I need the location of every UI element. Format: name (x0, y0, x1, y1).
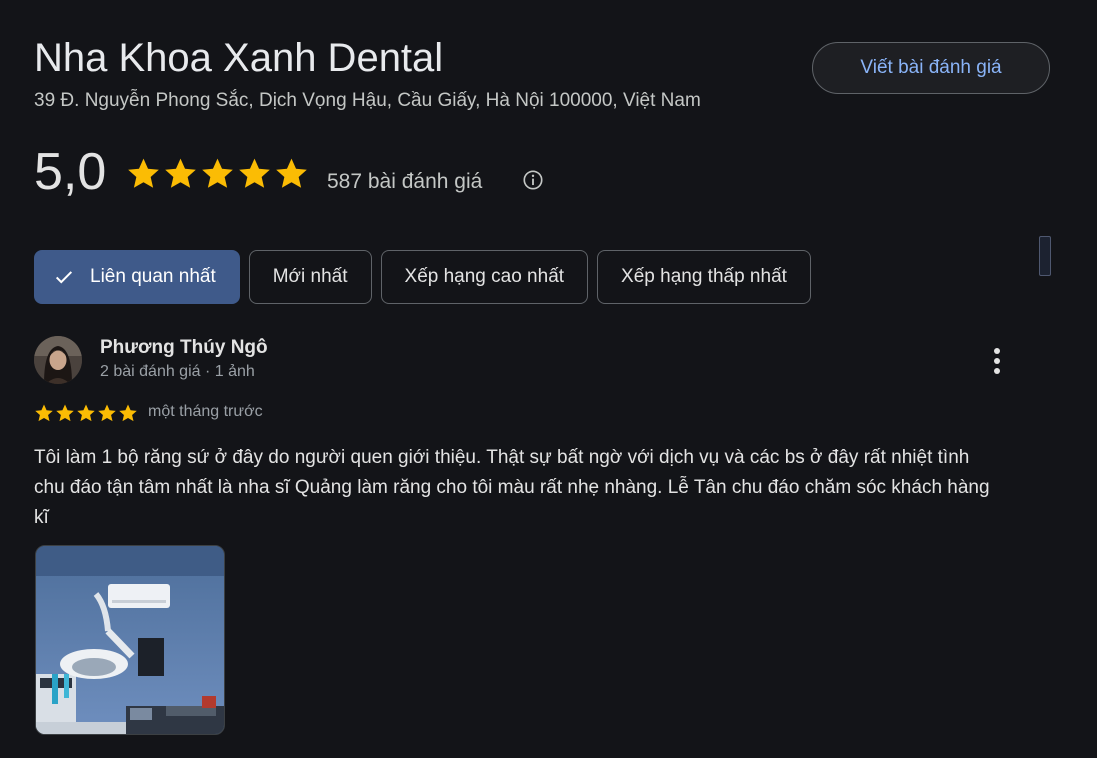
star-icon (56, 404, 74, 422)
star-icon (202, 158, 233, 188)
review-photo[interactable] (35, 545, 225, 735)
more-vert-icon[interactable] (982, 344, 1012, 378)
review-text: Tôi làm 1 bộ răng sứ ở đây do người quen… (34, 447, 990, 528)
avatar[interactable] (34, 336, 82, 384)
place-title: Nha Khoa Xanh Dental (34, 36, 444, 80)
review-stars (34, 403, 138, 423)
star-icon (128, 158, 159, 188)
dental-office-photo (36, 546, 224, 734)
star-icon (276, 158, 307, 188)
sort-chip-highest[interactable]: Xếp hạng cao nhất (380, 250, 589, 304)
sort-chip-relevant[interactable]: Liên quan nhất (34, 250, 240, 304)
info-icon[interactable] (522, 169, 544, 191)
review-count: 587 bài đánh giá (327, 170, 483, 193)
place-address: 39 Đ. Nguyễn Phong Sắc, Dịch Vọng Hậu, C… (34, 90, 701, 111)
review-time: một tháng trước (148, 403, 263, 420)
star-icon (165, 158, 196, 188)
sort-chips: Liên quan nhất Mới nhất Xếp hạng cao nhấ… (34, 250, 811, 304)
sort-chip-label: Xếp hạng thấp nhất (621, 266, 787, 287)
star-icon (77, 404, 95, 422)
sort-chip-lowest[interactable]: Xếp hạng thấp nhất (597, 250, 811, 304)
reviewer-name[interactable]: Phương Thúy Ngô (100, 337, 268, 359)
star-icon (239, 158, 270, 188)
sort-chip-label: Xếp hạng cao nhất (404, 266, 565, 287)
star-icon (119, 404, 137, 422)
sort-chip-label: Mới nhất (272, 266, 348, 287)
rating-stars (126, 156, 309, 191)
check-icon (55, 271, 73, 284)
reviews-panel: Nha Khoa Xanh Dental 39 Đ. Nguyễn Phong … (0, 0, 1097, 758)
scrollbar-thumb[interactable] (1039, 236, 1051, 276)
write-review-button[interactable]: Viết bài đánh giá (812, 42, 1050, 94)
star-icon (98, 404, 116, 422)
star-icon (35, 404, 53, 422)
sort-chip-newest[interactable]: Mới nhất (248, 250, 372, 304)
reviewer-meta: 2 bài đánh giá · 1 ảnh (100, 363, 255, 380)
avatar-image (34, 336, 82, 384)
rating-value: 5,0 (34, 143, 107, 201)
sort-chip-label: Liên quan nhất (90, 266, 216, 287)
